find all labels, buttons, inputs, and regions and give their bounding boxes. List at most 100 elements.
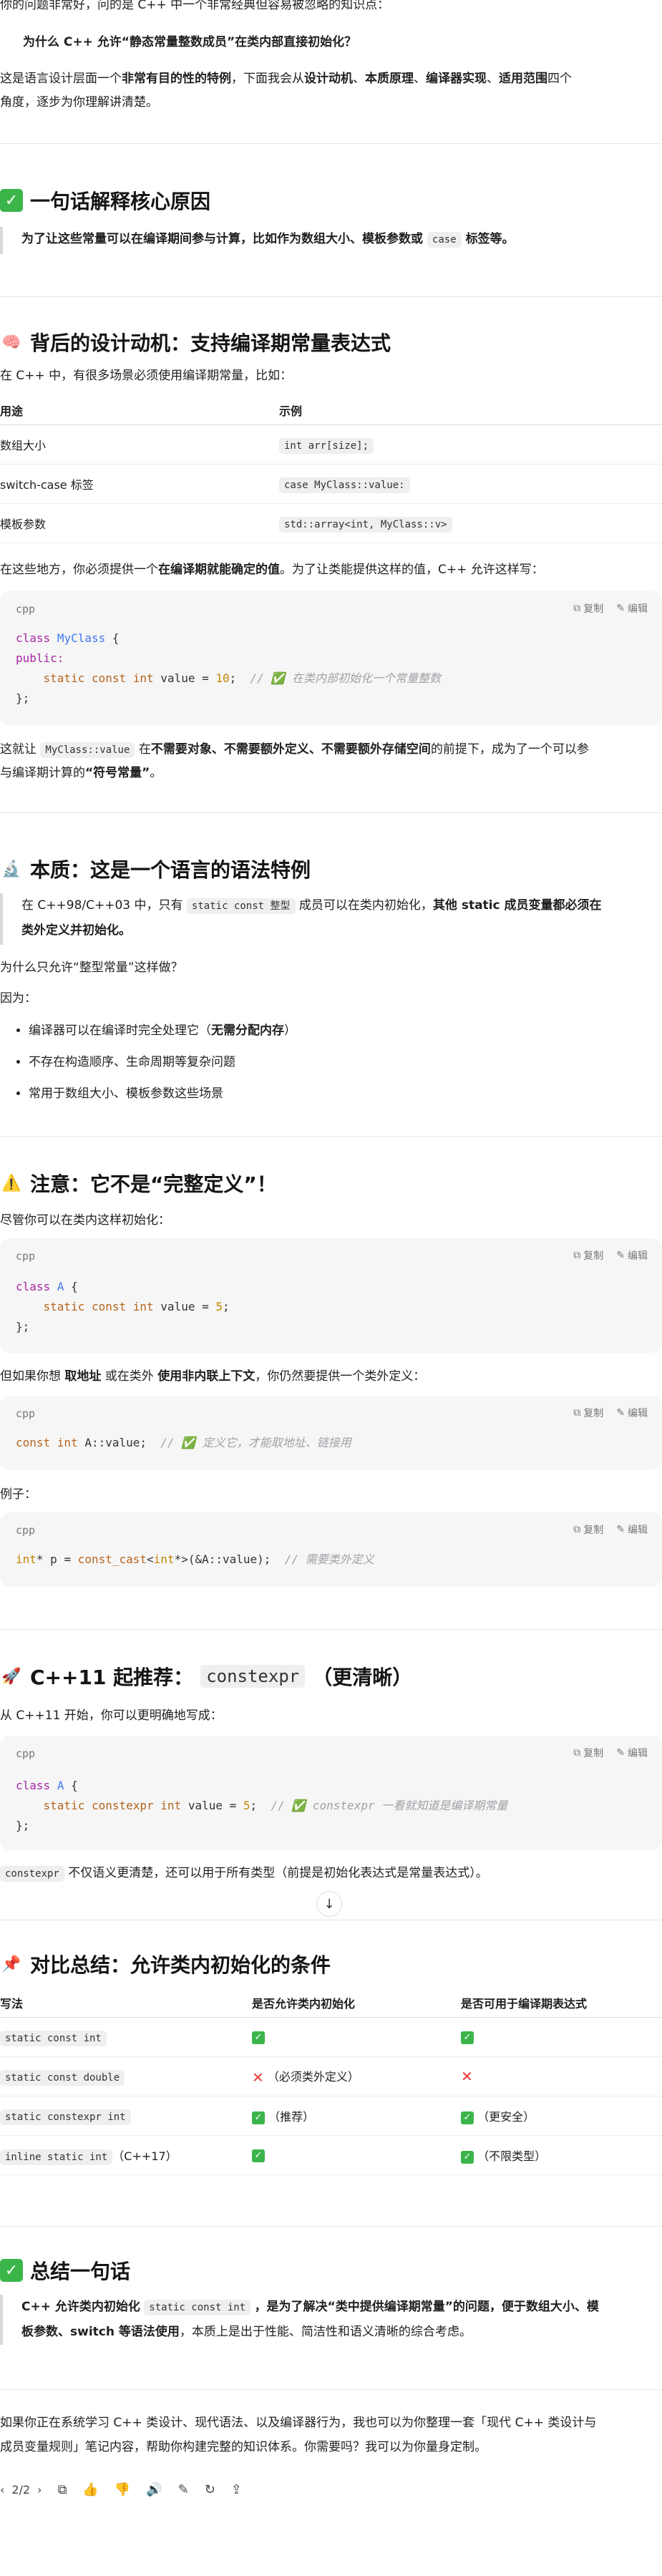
- copy-button[interactable]: ⧉ 复制: [573, 1406, 603, 1420]
- code-content: class MyClass { public: static const int…: [16, 631, 441, 705]
- blockquote: 在 C++98/C++03 中，只有 static const 整型 成员可以在…: [0, 893, 662, 945]
- edit-button[interactable]: ✎ 编辑: [616, 1406, 648, 1420]
- copy-button[interactable]: ⧉ 复制: [573, 601, 603, 616]
- divider: [0, 2226, 662, 2227]
- brain-emoji: 🧠: [1, 333, 21, 351]
- paragraph: 尽管你可以在类内这样初始化：: [0, 1213, 170, 1228]
- closing-paragraph-cont: 成员变量规则」笔记内容，帮助你构建完整的知识体系。你需要吗？我可以为你量身定制。: [0, 2440, 487, 2454]
- table-cell: int arr[size];: [279, 424, 662, 465]
- paragraph-cont: 与编译期计算的“符号常量”。: [0, 766, 162, 780]
- check-box-icon: ✓: [0, 189, 23, 212]
- code-language: cpp: [16, 1747, 36, 1760]
- table-cell: static const double: [0, 2056, 252, 2096]
- list-item: 编译器可以在编译时完全处理它（无需分配内存）: [29, 1015, 296, 1046]
- divider: [0, 1629, 662, 1630]
- copy-button[interactable]: ⧉ 复制: [573, 1746, 603, 1760]
- copy-icon: ⧉: [573, 1747, 581, 1759]
- table-cell: ✓ （推荐）: [252, 2096, 461, 2136]
- intro-question: 为什么 C++ 允许“静态常量整数成员”在类内部直接初始化？: [23, 35, 357, 49]
- list-item: 常用于数组大小、模板参数这些场景: [29, 1078, 296, 1109]
- table-cell: ✓: [252, 2135, 461, 2175]
- edit-button[interactable]: ✎ 编辑: [616, 1248, 648, 1263]
- pin-emoji: 📌: [1, 1955, 21, 1973]
- check-box-icon: ✓: [0, 2259, 23, 2282]
- bullet-list: 编译器可以在编译时完全处理它（无需分配内存） 不存在构造顺序、生命周期等复杂问题…: [0, 1015, 296, 1109]
- table-cell: inline static int （C++17）: [0, 2135, 252, 2175]
- paragraph: 在 C++ 中，有很多场景必须使用编译期常量，比如：: [0, 369, 293, 383]
- table-row: inline static int （C++17） ✓ ✓ （不限类型）: [0, 2135, 662, 2175]
- table-cell: ✓ （更安全）: [461, 2096, 662, 2136]
- table-cell: ✓: [252, 2017, 461, 2057]
- closing-paragraph: 如果你正在系统学习 C++ 类设计、现代语法、以及编译器行为，我也可以为你整理一…: [0, 2416, 597, 2430]
- code-block: cpp ⧉ 复制 ✎ 编辑 int* p = const_cast<int*>(&A…: [0, 1512, 662, 1587]
- paragraph: 为什么只允许“整型常量”这样做？: [0, 961, 183, 975]
- table-cell: static constexpr int: [0, 2096, 252, 2136]
- check-mark-icon: ✓: [461, 2150, 474, 2164]
- speaker-icon[interactable]: 🔊: [146, 2482, 162, 2497]
- table-cell: ✕ （必须类外定义）: [252, 2056, 461, 2096]
- check-mark-icon: ✓: [252, 2111, 265, 2124]
- check-mark-icon: ✓: [461, 2111, 474, 2124]
- table-cell: static const int: [0, 2017, 252, 2057]
- chevron-right-icon[interactable]: ›: [37, 2483, 42, 2497]
- intro-paragraph-cont: 角度，逐步为你理解讲清楚。: [0, 95, 158, 110]
- intro-line: 你的问题非常好，问的是 C++ 中一个非常经典但容易被忽略的知识点：: [0, 0, 390, 12]
- code-content: class A { static const int value = 5; };: [16, 1280, 230, 1333]
- copy-icon: ⧉: [573, 1407, 581, 1419]
- page-indicator: 2/2: [11, 2483, 31, 2497]
- table-cell: ✕: [461, 2056, 662, 2096]
- divider: [0, 2389, 662, 2390]
- paragraph: 这就让 MyClass::value 在不需要对象、不需要额外定义、不需要额外存…: [0, 742, 589, 758]
- table-cell: std::array<int, MyClass::v>: [279, 503, 662, 543]
- copy-button[interactable]: ⧉ 复制: [573, 1248, 603, 1263]
- section-heading: ✓ 一句话解释核心原因: [0, 186, 210, 215]
- divider: [0, 1136, 662, 1137]
- table-row: static const double ✕ （必须类外定义） ✕: [0, 2056, 662, 2096]
- paragraph: 但如果你想 取地址 或在类外 使用非内联上下文，你仍然要提供一个类外定义：: [0, 1369, 426, 1384]
- blockquote: 为了让这些常量可以在编译期间参与计算，比如作为数组大小、模板参数或 case 标…: [0, 227, 662, 254]
- table-header: 用途: [0, 396, 279, 425]
- table-cell: 数组大小: [0, 424, 279, 465]
- message-actions-bar: ‹ 2/2 › ⧉ 👍 👎 🔊 ✎ ↻ ⇪: [0, 2482, 242, 2497]
- paragraph: 从 C++11 开始，你可以更明确地写成：: [0, 1709, 223, 1723]
- code-block: cpp ⧉ 复制 ✎ 编辑 const int A::value; // ✅ 定义它…: [0, 1396, 662, 1470]
- table-row: 数组大小 int arr[size];: [0, 424, 662, 465]
- edit-icon[interactable]: ✎: [178, 2482, 189, 2497]
- table-cell: ✓ （不限类型）: [461, 2135, 662, 2175]
- code-content: class A { static constexpr int value = 5…: [16, 1779, 508, 1832]
- thumbs-up-icon[interactable]: 👍: [82, 2482, 98, 2497]
- edit-button[interactable]: ✎ 编辑: [616, 1746, 648, 1760]
- cross-mark-icon: ✕: [461, 2068, 473, 2085]
- edit-button[interactable]: ✎ 编辑: [616, 601, 648, 616]
- scroll-down-button[interactable]: ↓: [316, 1891, 342, 1917]
- table-cell: switch-case 标签: [0, 464, 279, 504]
- copy-button[interactable]: ⧉ 复制: [573, 1522, 603, 1537]
- code-block: cpp ⧉ 复制 ✎ 编辑 class A { static const int v…: [0, 1238, 662, 1353]
- table-row: static const int ✓ ✓: [0, 2017, 662, 2057]
- edit-icon: ✎: [616, 1407, 625, 1419]
- paragraph: 例子：: [0, 1487, 36, 1502]
- regenerate-icon[interactable]: ↻: [205, 2482, 215, 2497]
- check-mark-icon: ✓: [252, 2031, 265, 2044]
- table-row: switch-case 标签 case MyClass::value:: [0, 464, 662, 504]
- code-language: cpp: [16, 1250, 36, 1263]
- code-language: cpp: [16, 603, 36, 616]
- microscope-emoji: 🔬: [1, 860, 21, 878]
- edit-icon: ✎: [616, 1747, 625, 1759]
- blockquote: C++ 允许类内初始化 static const int ，是为了解决“类中提供…: [0, 2295, 662, 2345]
- intro-paragraph: 这是语言设计层面一个非常有目的性的特例，下面我会从设计动机、本质原理、编译器实现…: [0, 72, 572, 86]
- copy-icon: ⧉: [573, 603, 581, 614]
- chevron-left-icon[interactable]: ‹: [0, 2483, 4, 2497]
- share-icon[interactable]: ⇪: [231, 2482, 242, 2497]
- copy-icon[interactable]: ⧉: [58, 2482, 67, 2497]
- edit-button[interactable]: ✎ 编辑: [616, 1522, 648, 1537]
- table-header: 示例: [279, 396, 662, 425]
- table-header: 写法: [0, 1988, 252, 2018]
- code-content: const int A::value; // ✅ 定义它，才能取地址、链接用: [16, 1436, 351, 1449]
- table-row: 模板参数 std::array<int, MyClass::v>: [0, 503, 662, 543]
- code-block: cpp ⧉ 复制 ✎ 编辑 class MyClass { public: stat…: [0, 591, 662, 726]
- check-mark-icon: ✓: [461, 2031, 474, 2044]
- table-header-row: 用途 示例: [0, 396, 662, 425]
- code-block: cpp ⧉ 复制 ✎ 编辑 class A { static constexpr i…: [0, 1736, 662, 1850]
- thumbs-down-icon[interactable]: 👎: [115, 2482, 130, 2497]
